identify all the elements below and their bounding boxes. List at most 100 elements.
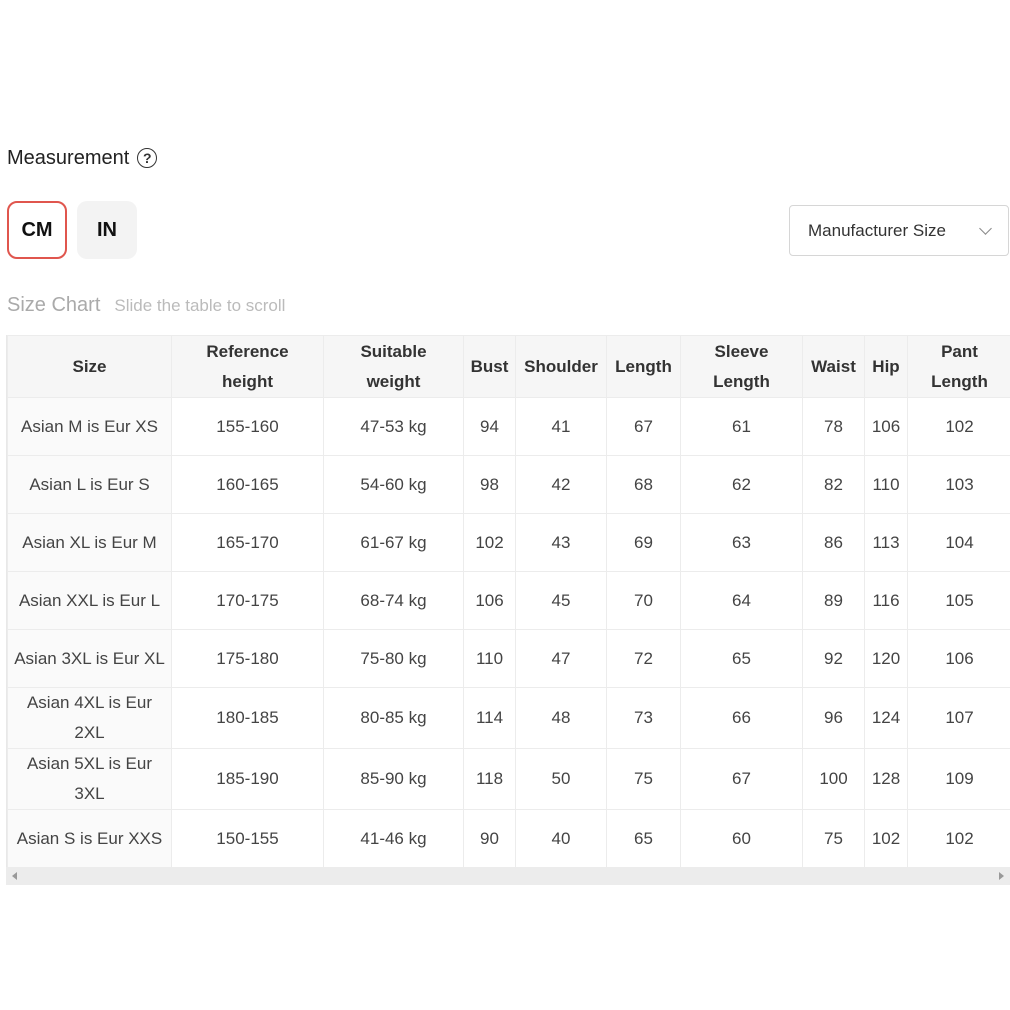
table-cell: 73: [606, 687, 681, 749]
table-cell: 86: [802, 513, 865, 572]
table-cell: 92: [802, 629, 865, 688]
table-cell: 106: [907, 629, 1010, 688]
column-header: Bust: [463, 335, 516, 398]
table-cell: 100: [802, 748, 865, 810]
cell-text-line: Size: [72, 356, 107, 376]
size-table-scroll[interactable]: Size Reference height Suitable weight Bust Sho…: [6, 335, 1010, 885]
table-body: Asian M is Eur XS 155-160 47-53 kg 94 41 67 61…: [7, 397, 1010, 868]
table-cell: 175-180: [171, 629, 324, 688]
table-cell: 98: [463, 455, 516, 514]
cell-text-line: Reference: [206, 341, 289, 361]
unit-in-button[interactable]: IN: [77, 201, 137, 259]
manufacturer-size-select[interactable]: Manufacturer Size: [789, 205, 1009, 256]
table-cell: 110: [463, 629, 516, 688]
table-cell: 103: [907, 455, 1010, 514]
unit-cm-button[interactable]: CM: [7, 201, 67, 259]
table-cell: 96: [802, 687, 865, 749]
table-cell: 63: [680, 513, 803, 572]
cell-text-line: Length: [931, 371, 988, 391]
chevron-down-icon: [979, 221, 992, 235]
size-name-cell: Asian 3XL is Eur XL: [7, 629, 172, 688]
table-cell: 65: [680, 629, 803, 688]
table-cell: 47-53 kg: [323, 397, 464, 456]
table-cell: 45: [515, 571, 607, 630]
cell-text-line: Length: [713, 371, 770, 391]
cell-text-line: Asian S is Eur XXS: [16, 828, 163, 848]
column-header: Waist: [802, 335, 865, 398]
table-row: Asian XL is Eur M 165-170 61-67 kg 102 43 69 6…: [7, 513, 1010, 572]
table-cell: 170-175: [171, 571, 324, 630]
measurement-header: Measurement ?: [7, 144, 158, 172]
table-row: Asian 3XL is Eur XL 175-180 75-80 kg 110 47 7…: [7, 629, 1010, 688]
cell-text-line: Asian M is Eur XS: [21, 416, 158, 436]
size-chart-hint: Slide the table to scroll: [114, 296, 286, 315]
cell-text-line: Bust: [470, 356, 509, 376]
scroll-left-icon[interactable]: [12, 872, 17, 880]
table-cell: 48: [515, 687, 607, 749]
table-row: Asian 4XL is Eur 2XL 180-185 80-85 kg 114 48 7…: [7, 687, 1010, 749]
table-cell: 109: [907, 748, 1010, 810]
table-cell: 69: [606, 513, 681, 572]
table-row: Asian XXL is Eur L 170-175 68-74 kg 106 45 70…: [7, 571, 1010, 630]
cell-text-line: Asian 3XL is Eur XL: [14, 648, 165, 668]
cell-text-line: Waist: [811, 356, 856, 376]
cell-text-line: weight: [366, 371, 421, 391]
size-name-cell: Asian XXL is Eur L: [7, 571, 172, 630]
table-cell: 75: [606, 748, 681, 810]
size-name-cell: Asian 4XL is Eur 2XL: [7, 687, 172, 749]
cell-text-line: Length: [615, 356, 672, 376]
table-cell: 107: [907, 687, 1010, 749]
table-cell: 43: [515, 513, 607, 572]
table-row: Asian M is Eur XS 155-160 47-53 kg 94 41 67 61…: [7, 397, 1010, 456]
table-cell: 40: [515, 809, 607, 868]
size-name-cell: Asian L is Eur S: [7, 455, 172, 514]
measurement-title: Measurement: [7, 146, 130, 169]
table-cell: 54-60 kg: [323, 455, 464, 514]
table-cell: 180-185: [171, 687, 324, 749]
cell-text-line: Sleeve: [714, 341, 769, 361]
table-row: Asian S is Eur XXS 150-155 41-46 kg 90 40 65 6…: [7, 809, 1010, 868]
table-cell: 47: [515, 629, 607, 688]
table-cell: 104: [907, 513, 1010, 572]
table-cell: 106: [463, 571, 516, 630]
table-row: Asian L is Eur S 160-165 54-60 kg 98 42 68 62 8…: [7, 455, 1010, 514]
table-cell: 66: [680, 687, 803, 749]
cell-text-line: height: [222, 371, 273, 391]
cell-text-line: 3XL: [74, 784, 105, 803]
table-cell: 75-80 kg: [323, 629, 464, 688]
scroll-right-icon[interactable]: [999, 872, 1004, 880]
table-cell: 116: [864, 571, 908, 630]
table-cell: 114: [463, 687, 516, 749]
column-header: Pant Length: [907, 335, 1010, 398]
horizontal-scrollbar[interactable]: [6, 867, 1010, 885]
cell-text-line: Pant: [941, 341, 978, 361]
table-cell: 41: [515, 397, 607, 456]
size-chart-heading: Size Chart Slide the table to scroll: [7, 294, 285, 317]
table-cell: 85-90 kg: [323, 748, 464, 810]
table-cell: 94: [463, 397, 516, 456]
table-cell: 185-190: [171, 748, 324, 810]
table-cell: 89: [802, 571, 865, 630]
column-header: Reference height: [171, 335, 324, 398]
cell-text-line: Asian XL is Eur M: [22, 532, 157, 552]
table-cell: 64: [680, 571, 803, 630]
table-cell: 160-165: [171, 455, 324, 514]
table-cell: 90: [463, 809, 516, 868]
column-header: Shoulder: [515, 335, 607, 398]
cell-text-line: Asian XXL is Eur L: [18, 590, 161, 610]
table-header-row: Size Reference height Suitable weight Bust Sho…: [7, 335, 1010, 398]
table-cell: 67: [680, 748, 803, 810]
table-cell: 75: [802, 809, 865, 868]
table-cell: 82: [802, 455, 865, 514]
column-header: Size: [7, 335, 172, 398]
table-cell: 110: [864, 455, 908, 514]
question-circle-icon[interactable]: ?: [137, 148, 158, 168]
table-cell: 80-85 kg: [323, 687, 464, 749]
cell-text-line: Hip: [872, 356, 900, 376]
table-cell: 155-160: [171, 397, 324, 456]
table-cell: 61: [680, 397, 803, 456]
size-table: Size Reference height Suitable weight Bust Sho…: [7, 335, 1010, 868]
size-select-value: Manufacturer Size: [808, 220, 946, 240]
table-cell: 165-170: [171, 513, 324, 572]
cell-text-line: Suitable: [360, 341, 427, 361]
